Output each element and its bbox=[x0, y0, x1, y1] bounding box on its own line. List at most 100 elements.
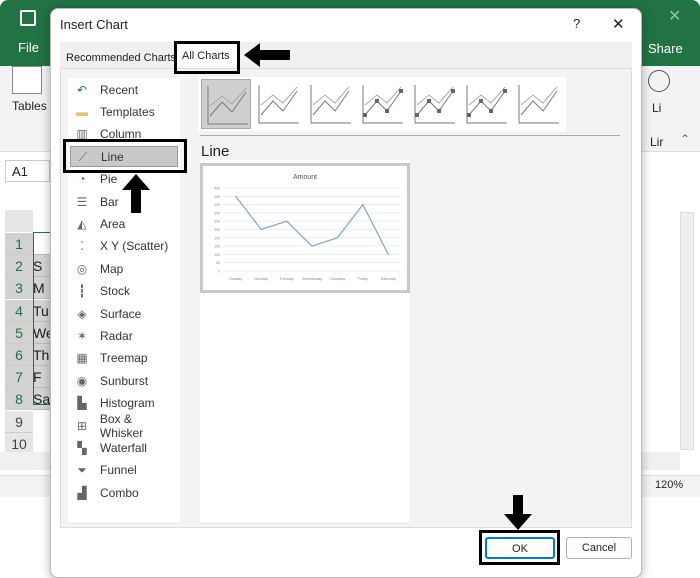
row-header[interactable]: 8 bbox=[5, 388, 33, 411]
highlight-box-ok bbox=[479, 530, 560, 565]
category-x-y-scatter-[interactable]: ⁚ X Y (Scatter) bbox=[70, 236, 178, 257]
category-treemap[interactable]: ▦ Treemap bbox=[70, 348, 178, 369]
category-histogram[interactable]: ▙ Histogram bbox=[70, 393, 178, 414]
histogram-icon: ▙ bbox=[77, 396, 87, 411]
window-close-icon[interactable]: ✕ bbox=[668, 6, 681, 26]
category-radar[interactable]: ✶ Radar bbox=[70, 325, 178, 346]
category-combo[interactable]: ▟ Combo bbox=[70, 482, 178, 503]
row-header[interactable]: 5 bbox=[5, 321, 33, 344]
category-label: Bar bbox=[100, 194, 119, 209]
zoom-level[interactable]: 120% bbox=[655, 479, 683, 491]
data-point bbox=[260, 228, 262, 231]
gallery-divider bbox=[200, 135, 620, 136]
chart-title: Amount bbox=[293, 174, 317, 181]
row-header[interactable]: 6 bbox=[5, 344, 33, 366]
vertical-scrollbar[interactable] bbox=[680, 212, 694, 450]
data-point bbox=[311, 245, 313, 247]
category-label: Stock bbox=[100, 284, 131, 299]
x-tick-label: Monday bbox=[254, 277, 268, 281]
category-funnel[interactable]: ⏷ Funnel bbox=[70, 460, 178, 481]
close-button[interactable]: ✕ bbox=[612, 15, 625, 33]
help-button[interactable]: ? bbox=[573, 16, 580, 31]
100-stacked-line-icon[interactable] bbox=[305, 79, 355, 129]
radar-chart-icon: ✶ bbox=[76, 328, 88, 343]
funnel-icon: ⏷ bbox=[77, 463, 87, 478]
category-stock[interactable]: ┇ Stock bbox=[70, 281, 178, 302]
x-tick-label: Sunday bbox=[229, 277, 242, 281]
x-tick-label: Friday bbox=[358, 277, 369, 281]
category-waterfall[interactable]: ▚ Waterfall bbox=[70, 437, 178, 458]
category-area[interactable]: ◭ Area bbox=[70, 213, 178, 234]
category-recent[interactable]: ↶ Recent bbox=[70, 79, 178, 100]
treemap-icon: ▦ bbox=[76, 351, 88, 366]
category-label: Recent bbox=[100, 82, 139, 97]
box-whisker-icon: ⊞ bbox=[76, 418, 87, 433]
cancel-button[interactable]: Cancel bbox=[566, 537, 632, 559]
tables-button[interactable]: Tables bbox=[12, 99, 47, 113]
category-box-whisker[interactable]: ⊞ Box & Whisker bbox=[70, 412, 178, 440]
category-label: Combo bbox=[100, 485, 139, 500]
stock-chart-icon: ┇ bbox=[78, 284, 86, 299]
category-label: Sunburst bbox=[100, 373, 149, 388]
chart-preview[interactable]: Amount 0 50 100 150 200 250 300 350 400 450 500 Sund… bbox=[200, 163, 410, 293]
combo-chart-icon: ▟ bbox=[77, 485, 87, 500]
row-header[interactable]: 1 bbox=[5, 233, 33, 255]
map-icon: ◎ bbox=[76, 261, 88, 276]
surface-chart-icon: ◈ bbox=[77, 306, 87, 321]
area-chart-icon: ◭ bbox=[77, 216, 87, 231]
row-header[interactable]: 9 bbox=[5, 410, 33, 433]
scatter-chart-icon: ⁚ bbox=[80, 239, 84, 254]
stacked-line-with-markers-icon[interactable] bbox=[409, 79, 459, 129]
dialog-title: Insert Chart bbox=[60, 17, 128, 32]
row-header[interactable]: 7 bbox=[5, 366, 33, 389]
table-icon[interactable] bbox=[12, 66, 42, 94]
up-arrow-icon bbox=[122, 174, 150, 213]
y-tick-label: 350 bbox=[214, 211, 220, 215]
preview-chart: Amount 0 50 100 150 200 250 300 350 400 450 500 Sund… bbox=[214, 174, 401, 281]
y-tick-label: 0 bbox=[218, 270, 220, 274]
line-icon[interactable] bbox=[201, 79, 251, 129]
file-tab[interactable]: File bbox=[18, 40, 39, 55]
category-label: Area bbox=[100, 216, 126, 231]
y-tick-label: 100 bbox=[214, 253, 220, 257]
y-tick-label: 500 bbox=[214, 187, 220, 191]
stacked-line-icon[interactable] bbox=[253, 79, 303, 129]
x-tick-label: Tuesday bbox=[279, 277, 294, 281]
highlight-box-all-charts bbox=[174, 41, 240, 74]
globe-icon bbox=[648, 70, 670, 92]
category-label: Radar bbox=[100, 328, 133, 343]
link-button[interactable]: Li bbox=[652, 101, 661, 115]
line-with-markers-icon[interactable] bbox=[357, 79, 407, 129]
y-tick-label: 400 bbox=[214, 203, 220, 207]
series-segment bbox=[260, 220, 287, 231]
100-stacked-line-with-markers-icon[interactable] bbox=[461, 79, 511, 129]
series-segment bbox=[286, 220, 313, 247]
category-label: X Y (Scatter) bbox=[100, 239, 169, 254]
row-header[interactable]: 3 bbox=[5, 277, 33, 300]
category-sunburst[interactable]: ◉ Sunburst bbox=[70, 370, 178, 391]
name-box[interactable]: A1 bbox=[5, 160, 50, 182]
section-title: Line bbox=[201, 143, 230, 160]
category-label: Box & Whisker bbox=[99, 411, 144, 440]
y-tick-label: 450 bbox=[214, 195, 220, 199]
tab-recommended-charts[interactable]: Recommended Charts bbox=[66, 52, 176, 64]
category-label: Funnel bbox=[100, 463, 137, 478]
row-header[interactable]: 4 bbox=[5, 299, 33, 322]
down-arrow-icon bbox=[504, 495, 532, 530]
collapse-ribbon-icon[interactable]: ⌃ bbox=[680, 132, 690, 146]
left-arrow-icon bbox=[244, 43, 290, 67]
share-button[interactable]: Share bbox=[648, 41, 683, 56]
highlight-box-line bbox=[63, 139, 187, 173]
y-tick-label: 50 bbox=[216, 261, 220, 265]
category-map[interactable]: ◎ Map bbox=[70, 258, 178, 279]
category-label: Pie bbox=[100, 172, 118, 187]
save-icon[interactable] bbox=[20, 10, 36, 26]
category-surface[interactable]: ◈ Surface bbox=[70, 303, 178, 324]
row-header[interactable]: 2 bbox=[5, 255, 33, 278]
recent-icon: ↶ bbox=[76, 82, 88, 97]
x-tick-label: Thursday bbox=[330, 277, 346, 281]
3d-line-icon[interactable] bbox=[513, 79, 563, 129]
data-point bbox=[285, 220, 288, 222]
select-all-corner[interactable] bbox=[5, 210, 33, 232]
category-templates[interactable]: ▬ Templates bbox=[70, 101, 178, 122]
